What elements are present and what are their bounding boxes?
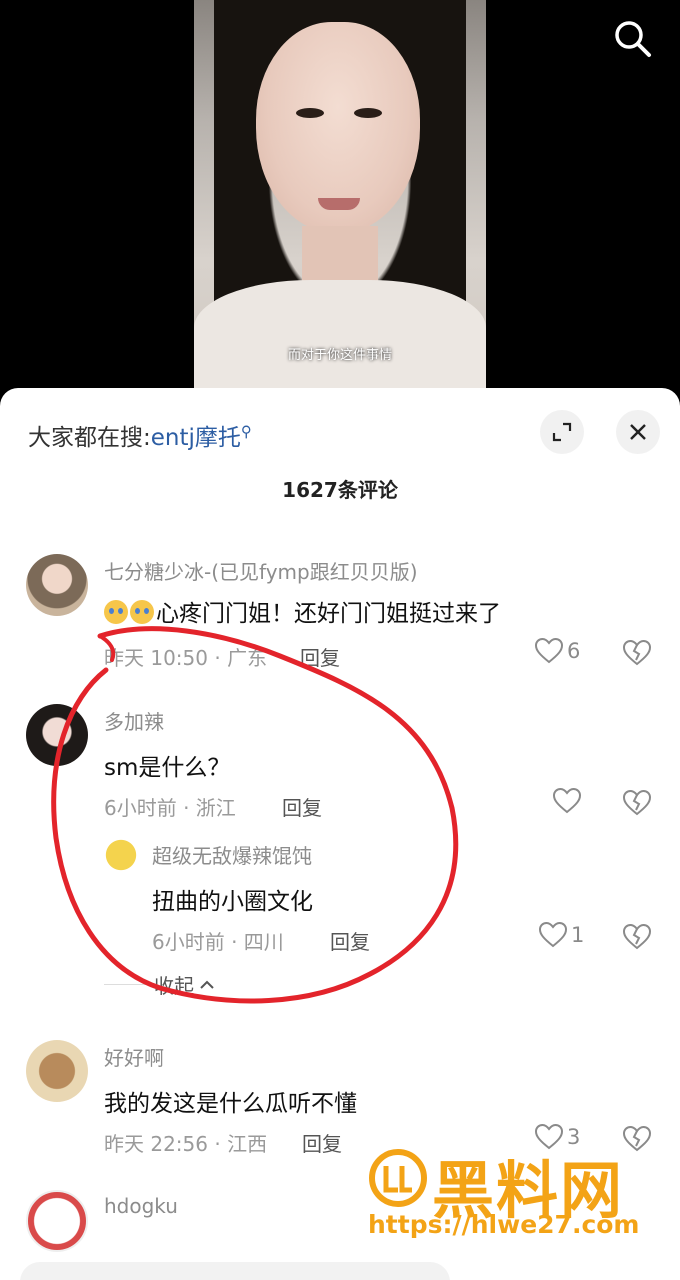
comment-text-body: 心疼门门姐！还好门门姐挺过来了 — [156, 601, 501, 627]
video-eye-left — [296, 108, 324, 118]
watermark: 黑料网 https://hlwe27.com — [366, 1140, 666, 1250]
dislike-button[interactable] — [622, 639, 652, 670]
watermark-logo-icon — [369, 1149, 427, 1207]
comment-count: 1627条评论 — [282, 478, 398, 502]
expand-button[interactable] — [540, 410, 584, 454]
comment-text: 我的发这是什么瓜听不懂 — [104, 1091, 357, 1117]
screen: 而对于你这件事情 大家都在搜:entj摩托⚲ 1627条评论 七分糖少冰-(已见… — [0, 0, 680, 1280]
collapse-divider — [104, 984, 148, 985]
video-mouth — [318, 198, 360, 210]
avatar[interactable] — [26, 554, 88, 616]
expand-icon — [552, 422, 572, 442]
comment-text: sm是什么？ — [104, 755, 231, 781]
reply-text: 扭曲的小圈文化 — [152, 889, 313, 915]
comment-username[interactable]: 七分糖少冰-(已见fymp跟红贝贝版) — [104, 556, 418, 585]
comment-meta: 昨天 10:50 · 广东 — [104, 646, 268, 670]
video-frame-neck — [302, 226, 378, 286]
hot-search-prefix: 大家都在搜: — [28, 425, 151, 451]
avatar[interactable] — [26, 1040, 88, 1102]
broken-heart-icon — [622, 639, 652, 666]
heart-icon — [553, 788, 581, 814]
comment-meta: 6小时前 · 浙江 — [104, 796, 236, 820]
collapse-button[interactable]: 收起 — [104, 970, 216, 999]
like-button[interactable]: 1 — [539, 922, 584, 948]
video-eye-right — [354, 108, 382, 118]
comment-username[interactable]: 好好啊 — [104, 1042, 164, 1071]
close-icon — [630, 424, 646, 440]
video-frame-face — [256, 22, 420, 234]
reply-meta: 6小时前 · 四川 — [152, 930, 284, 954]
like-button[interactable]: 6 — [535, 638, 580, 664]
video-player[interactable]: 而对于你这件事情 — [194, 0, 486, 400]
reply-button[interactable]: 回复 — [282, 792, 322, 821]
dislike-button[interactable] — [622, 789, 652, 820]
avatar[interactable] — [26, 704, 88, 766]
collapse-label: 收起 — [154, 974, 194, 998]
comment-input[interactable] — [20, 1262, 450, 1280]
like-count: 1 — [571, 923, 585, 947]
hot-search-link[interactable]: 大家都在搜:entj摩托⚲ — [28, 418, 252, 452]
chevron-up-icon — [200, 980, 214, 989]
comment-meta: 昨天 22:56 · 江西 — [104, 1132, 268, 1156]
hot-search-keyword[interactable]: entj摩托 — [151, 425, 241, 451]
comment-text: 心疼门门姐！还好门门姐挺过来了 — [104, 594, 501, 628]
avatar[interactable] — [26, 1190, 88, 1252]
heart-icon — [539, 922, 567, 948]
video-frame-shirt — [194, 280, 486, 400]
video-subtitle: 而对于你这件事情 — [287, 348, 392, 363]
broken-heart-icon — [622, 923, 652, 950]
crying-emoji-icon — [104, 600, 128, 624]
dislike-button[interactable] — [622, 923, 652, 954]
search-icon[interactable] — [612, 18, 652, 58]
comment-username[interactable]: 多加辣 — [104, 706, 164, 735]
like-button[interactable] — [553, 788, 585, 814]
close-button[interactable] — [616, 410, 660, 454]
comment-username[interactable]: hdogku — [104, 1194, 178, 1218]
reply-button[interactable]: 回复 — [330, 926, 370, 955]
heart-icon — [535, 638, 563, 664]
avatar[interactable] — [104, 838, 138, 872]
reply-button[interactable]: 回复 — [300, 642, 340, 671]
reply-username[interactable]: 超级无敌爆辣馄饨 — [152, 840, 312, 869]
broken-heart-icon — [622, 789, 652, 816]
watermark-url: https://hlwe27.com — [368, 1210, 640, 1239]
crying-emoji-icon — [130, 600, 154, 624]
magnifier-icon: ⚲ — [240, 422, 252, 441]
reply-button[interactable]: 回复 — [302, 1128, 342, 1157]
like-count: 6 — [567, 639, 581, 663]
